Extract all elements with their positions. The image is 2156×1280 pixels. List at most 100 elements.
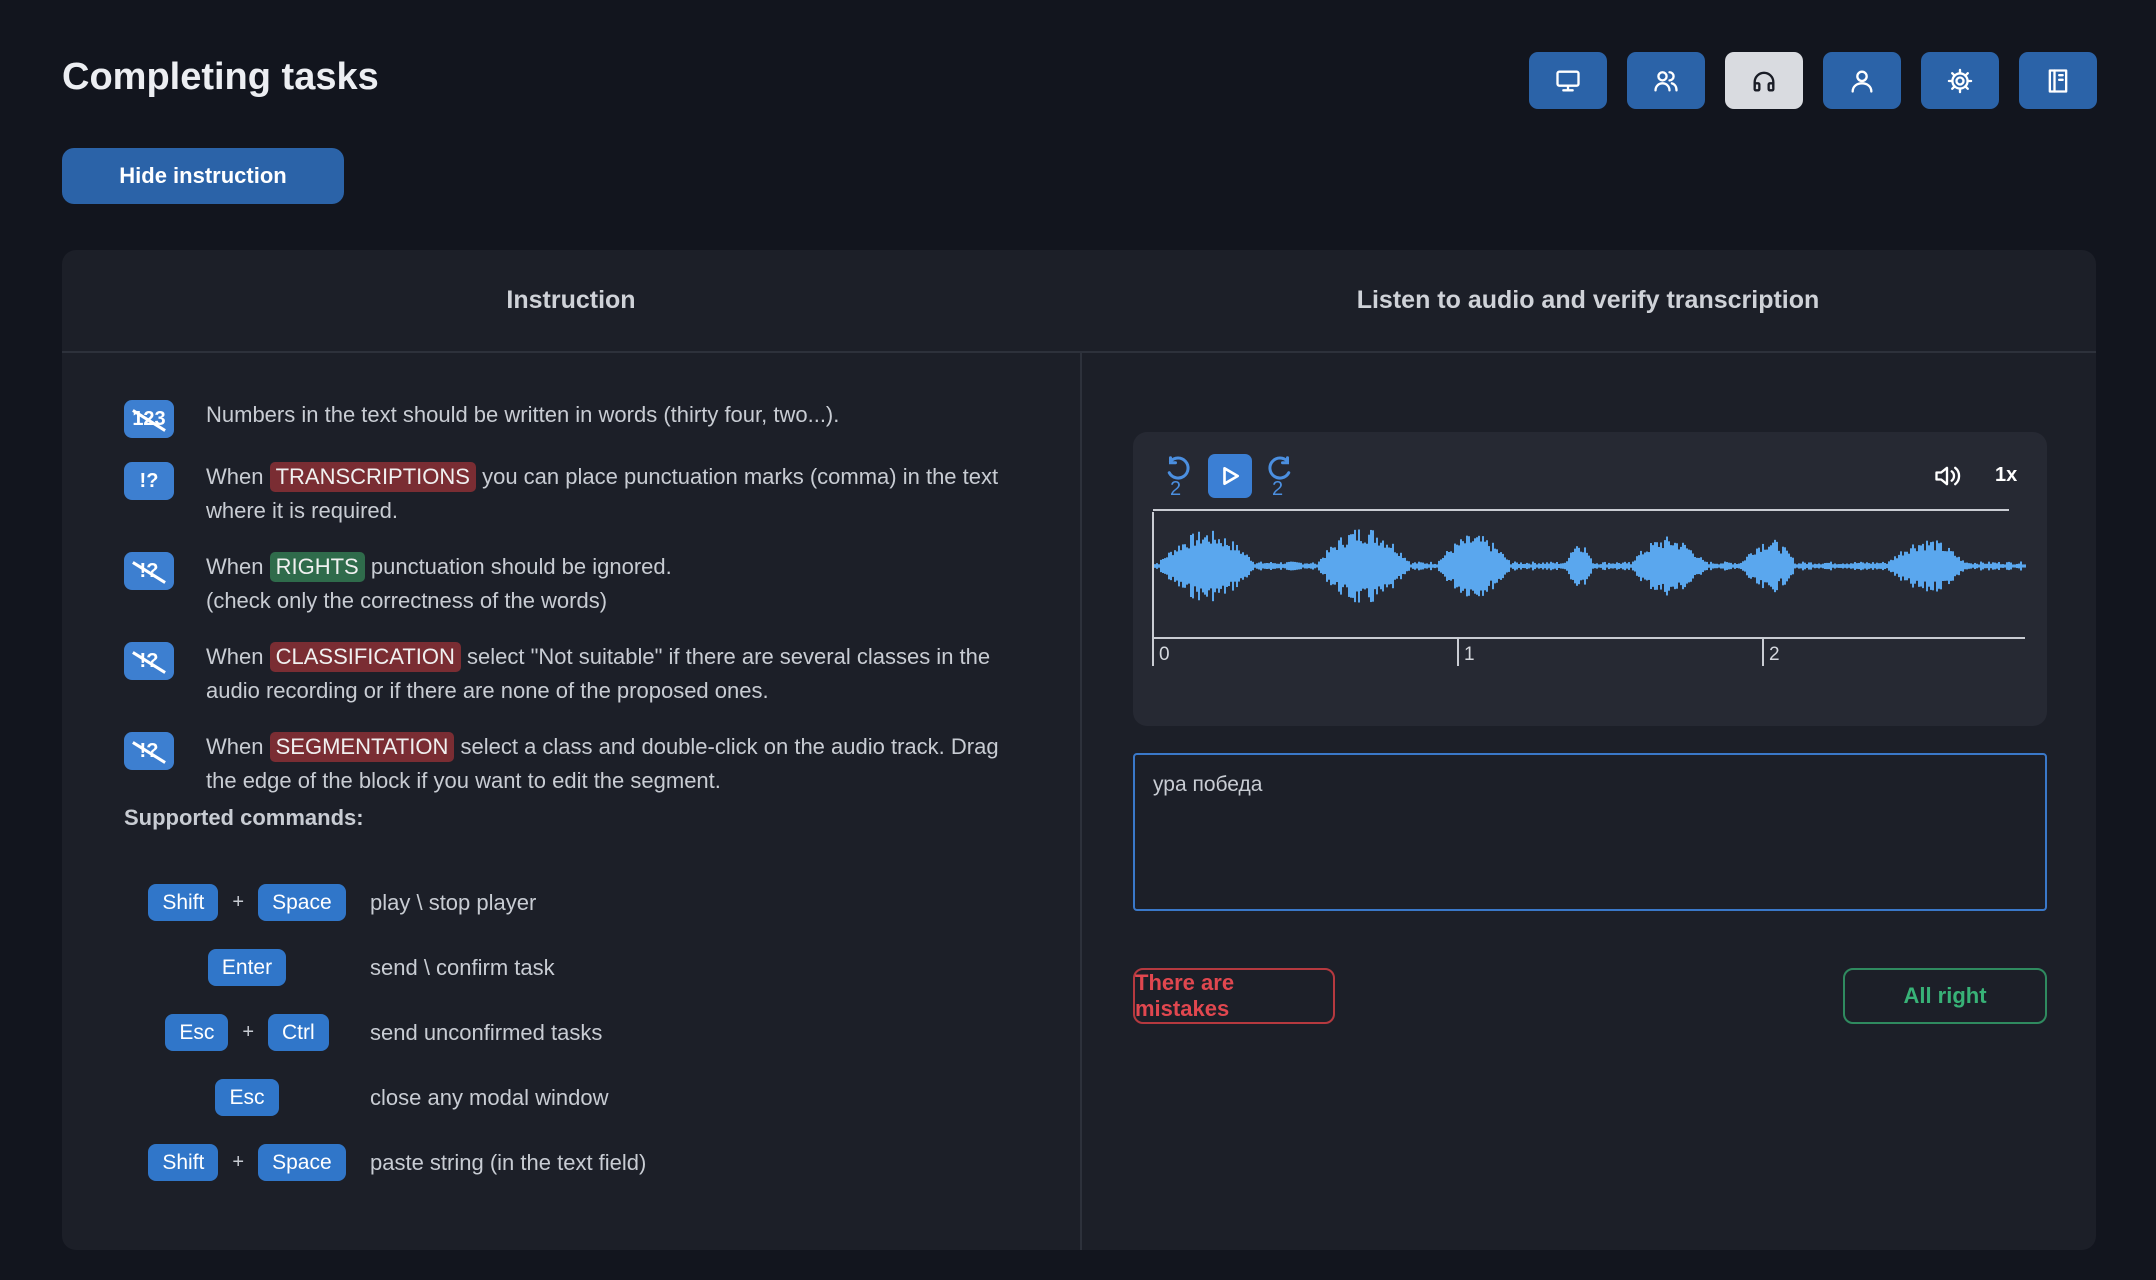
rule-text: Numbers in the text should be written in…	[206, 398, 839, 432]
tag-rights: RIGHTS	[269, 552, 365, 582]
rule-text: When RIGHTS punctuation should be ignore…	[206, 550, 672, 618]
tag-transcriptions: TRANSCRIPTIONS	[269, 462, 476, 492]
transcription-field[interactable]: ура победа	[1133, 753, 2047, 911]
command-description: close any modal window	[370, 1084, 609, 1110]
command-row: Enter send \ confirm task	[124, 935, 646, 1000]
numbers-icon: 123	[124, 400, 174, 438]
rule-text-post: you can place punctuation marks (comma) …	[482, 464, 999, 489]
volume-icon	[1935, 466, 1961, 486]
rule-text: When SEGMENTATION select a class and dou…	[206, 730, 999, 798]
key-combo: Shift + Space	[124, 1144, 370, 1181]
headphones-icon	[1753, 71, 1775, 92]
headphones-nav-button[interactable]	[1725, 52, 1803, 109]
page-title: Completing tasks	[62, 56, 379, 98]
rule-text-post: select a class and double-click on the a…	[460, 734, 999, 759]
rule-segmentation: !? When SEGMENTATION select a class and …	[124, 730, 1024, 798]
plus-sign: +	[232, 891, 245, 913]
waveform-bars	[1152, 529, 2026, 603]
forward-seconds: 2	[1272, 478, 1284, 500]
rule-transcriptions: !? When TRANSCRIPTIONS you can place pun…	[124, 460, 1024, 528]
users-icon	[1654, 70, 1678, 92]
task-title: Listen to audio and verify transcription	[1356, 286, 1820, 314]
volume-button[interactable]	[1933, 464, 1963, 490]
key-ctrl: Ctrl	[268, 1014, 329, 1051]
command-description: send unconfirmed tasks	[370, 1019, 603, 1045]
waveform[interactable]: 0 1 2	[1149, 508, 2029, 678]
settings-nav-button[interactable]	[1921, 52, 1999, 109]
column-divider	[1080, 353, 1082, 1250]
rule-text-pre: When	[206, 554, 264, 579]
rule-classification: !? When CLASSIFICATION select "Not suita…	[124, 640, 1024, 708]
tick-label-2: 2	[1769, 644, 1780, 665]
rule-text: When CLASSIFICATION select "Not suitable…	[206, 640, 990, 708]
command-description: paste string (in the text field)	[370, 1149, 647, 1175]
plus-sign: +	[242, 1021, 255, 1043]
command-row: Esc + Ctrl send unconfirmed tasks	[124, 1000, 646, 1065]
key-esc: Esc	[215, 1079, 279, 1116]
rule-text-line2: the edge of the block if you want to edi…	[206, 768, 721, 793]
rule-text-pre: When	[206, 734, 264, 759]
key-shift: Shift	[148, 884, 219, 921]
instruction-title: Instruction	[506, 286, 636, 314]
rule-text-post: punctuation should be ignored.	[370, 554, 672, 579]
command-description: send \ confirm task	[370, 954, 555, 980]
rule-text-pre: When	[206, 644, 264, 669]
audio-player: 2 2 1x 0 1 2	[1133, 432, 2047, 726]
all-right-button[interactable]: All right	[1843, 968, 2047, 1024]
hide-instruction-button[interactable]: Hide instruction	[62, 148, 344, 204]
key-combo: Shift + Space	[124, 884, 370, 921]
rule-text-line2: audio recording or if there are none of …	[206, 678, 769, 703]
key-space: Space	[258, 884, 346, 921]
no-punctuation-icon: !?	[124, 732, 174, 770]
command-row: Shift + Space play \ stop player	[124, 870, 646, 935]
user-icon	[1851, 70, 1873, 93]
tick-label-1: 1	[1464, 644, 1475, 665]
forward-button[interactable]: 2	[1265, 456, 1299, 506]
command-description: play \ stop player	[370, 889, 537, 915]
rule-text-post: select "Not suitable" if there are sever…	[467, 644, 991, 669]
rule-text-main: Numbers in the text should be written in…	[206, 402, 840, 427]
top-navigation	[1529, 52, 2097, 109]
monitor-nav-button[interactable]	[1529, 52, 1607, 109]
tag-segmentation: SEGMENTATION	[269, 732, 455, 762]
user-nav-button[interactable]	[1823, 52, 1901, 109]
panel-header: Instruction Listen to audio and verify t…	[62, 250, 2096, 353]
book-icon	[2048, 68, 2068, 93]
users-nav-button[interactable]	[1627, 52, 1705, 109]
key-space: Space	[258, 1144, 346, 1181]
rule-numbers: 123 Numbers in the text should be writte…	[124, 398, 1024, 438]
instruction-rules: 123 Numbers in the text should be writte…	[124, 398, 1024, 820]
command-row: Esc close any modal window	[124, 1065, 646, 1130]
punctuation-icon: !?	[124, 462, 174, 500]
rule-text: When TRANSCRIPTIONS you can place punctu…	[206, 460, 998, 528]
book-nav-button[interactable]	[2019, 52, 2097, 109]
waveform-track[interactable]: 0 1 2	[1149, 508, 2029, 678]
rule-text-line2: (check only the correctness of the words…	[206, 588, 608, 613]
task-panel: Instruction Listen to audio and verify t…	[62, 250, 2096, 1250]
rule-text-pre: When	[206, 464, 264, 489]
gear-icon	[1947, 68, 1973, 93]
key-shift: Shift	[148, 1144, 219, 1181]
key-combo: Esc + Ctrl	[124, 1014, 370, 1051]
no-punctuation-icon: !?	[124, 642, 174, 680]
rewind-button[interactable]: 2	[1163, 456, 1197, 506]
rewind-seconds: 2	[1170, 478, 1182, 500]
commands-title: Supported commands:	[124, 805, 364, 830]
play-icon	[1223, 466, 1240, 486]
playback-speed[interactable]: 1x	[1995, 464, 2017, 487]
no-punctuation-icon: !?	[124, 552, 174, 590]
monitor-icon	[1556, 70, 1580, 92]
key-combo: Enter	[124, 949, 370, 986]
key-esc: Esc	[165, 1014, 229, 1051]
rule-text-line2: where it is required.	[206, 498, 398, 523]
commands-list: Shift + Space play \ stop player Enter s…	[124, 870, 646, 1195]
plus-sign: +	[232, 1151, 245, 1173]
tag-classification: CLASSIFICATION	[269, 642, 461, 672]
key-combo: Esc	[124, 1079, 370, 1116]
play-button[interactable]	[1208, 454, 1252, 498]
tick-label-0: 0	[1159, 644, 1170, 665]
rule-rights: !? When RIGHTS punctuation should be ign…	[124, 550, 1024, 618]
key-enter: Enter	[207, 949, 287, 986]
command-row: Shift + Space paste string (in the text …	[124, 1130, 646, 1195]
there-are-mistakes-button[interactable]: There are mistakes	[1133, 968, 1335, 1024]
